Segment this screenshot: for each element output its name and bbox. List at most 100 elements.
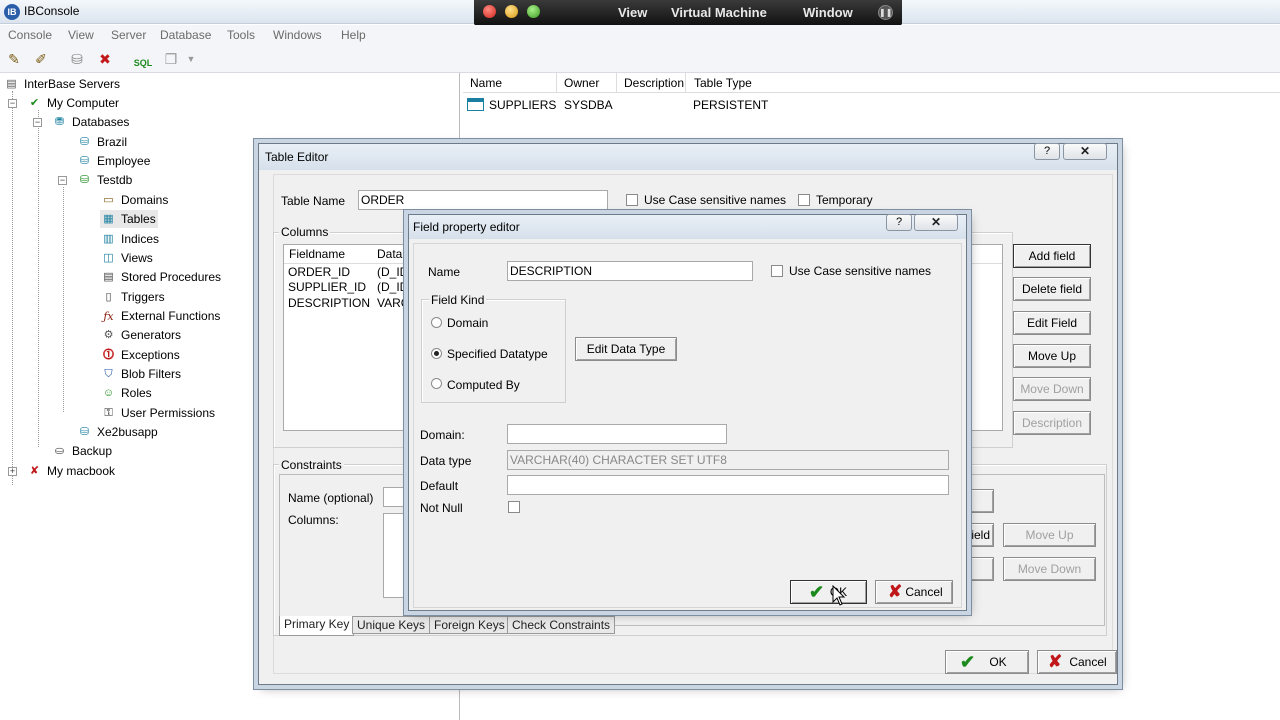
close-icon[interactable]: ✕ [914,214,958,231]
tree-item-views[interactable]: ◫ Views [100,249,153,267]
tree-item-indices[interactable]: ▥ Indices [100,230,159,248]
tree-expander[interactable]: − [58,176,67,185]
tree-expander[interactable]: + [8,467,17,476]
tree-item-exceptions[interactable]: ⓵ Exceptions [100,346,180,364]
tree-item-testdb[interactable]: ⛁ Testdb [76,171,132,189]
close-icon[interactable]: ✕ [1063,143,1107,160]
menu-help[interactable]: Help [341,28,366,42]
tree-item-generators[interactable]: ⚙ Generators [100,326,181,344]
not-null-checkbox[interactable] [508,501,520,513]
tab-foreign-keys[interactable]: Foreign Keys [429,616,510,634]
add-field-button[interactable]: Add field [1013,244,1091,268]
delete-field-button[interactable]: Delete field [1013,277,1091,301]
tab-primary-key[interactable]: Primary Key [279,616,355,636]
column-row-name[interactable]: ORDER_ID [288,265,350,279]
menu-view[interactable]: View [68,28,94,42]
tree-item-my-macbook[interactable]: ✘ My macbook [26,462,115,480]
pause-icon[interactable]: ❚❚ [878,5,893,20]
vm-zoom-icon[interactable] [527,5,540,18]
temporary-checkbox[interactable] [798,194,810,206]
column-header-description[interactable]: Description [624,76,684,90]
tree-item-tables[interactable]: ▦ Tables [100,210,158,228]
tree-item-interbase-servers[interactable]: ▤ InterBase Servers [3,75,120,93]
description-button[interactable]: Description [1013,411,1091,435]
menu-server[interactable]: Server [111,28,146,42]
ok-button[interactable]: ✔ OK [945,650,1029,674]
column-row-name[interactable]: SUPPLIER_ID [288,280,366,294]
column-row-name[interactable]: DESCRIPTION [288,296,370,310]
help-icon[interactable]: ? [1034,143,1060,160]
menu-database[interactable]: Database [160,28,211,42]
constraint-move-up-button[interactable]: Move Up [1003,523,1096,547]
edit-data-type-button[interactable]: Edit Data Type [575,337,677,361]
column-row-type[interactable]: VARC [377,296,409,310]
field-name-input[interactable]: DESCRIPTION [507,261,753,281]
menu-tools[interactable]: Tools [227,28,255,42]
tree-item-user-permissions[interactable]: ⚿ User Permissions [100,404,215,422]
constraint-button[interactable] [964,557,994,581]
vm-close-icon[interactable] [483,5,496,18]
tree-item-backup[interactable]: ⛀ Backup [51,442,112,460]
vm-menu-window[interactable]: Window [803,5,853,20]
menu-windows[interactable]: Windows [273,28,322,42]
tree-item-triggers[interactable]: ▯ Triggers [100,288,164,306]
table-row[interactable]: SUPPLIERS SYSDBA PERSISTENT [465,96,785,114]
vm-menu-virtual-machine[interactable]: Virtual Machine [671,5,767,20]
table-name-input[interactable]: ORDER [358,190,608,210]
cancel-label: Cancel [1069,655,1107,669]
field-case-sensitive-checkbox[interactable] [771,265,783,277]
tree-item-my-computer[interactable]: ✔ My Computer [26,94,119,112]
stored-procedures-icon: ▤ [103,271,114,284]
column-separator[interactable] [685,73,686,93]
edit-field-button[interactable]: Edit Field [1013,311,1091,335]
login-icon[interactable]: ✐ [30,49,52,69]
tree-expander[interactable]: − [33,118,42,127]
tree-item-stored-procedures[interactable]: ▤ Stored Procedures [100,268,221,286]
column-separator[interactable] [616,73,617,93]
case-sensitive-checkbox[interactable] [626,194,638,206]
field-cancel-button[interactable]: ✘ Cancel [875,580,953,604]
tree-item-blob-filters[interactable]: ⛉ Blob Filters [100,365,181,383]
radio-domain[interactable] [431,317,442,328]
tree-expander[interactable]: − [8,99,17,108]
windows-icon[interactable]: ❐ [160,49,182,69]
chevron-down-icon[interactable]: ▼ [184,49,198,69]
tab-check-constraints[interactable]: Check Constraints [507,616,616,634]
column-row-type[interactable]: (D_ID [377,280,408,294]
register-server-icon[interactable]: ✎ [3,49,25,69]
tree-item-databases[interactable]: ⛃ Databases [51,113,129,131]
menu-console[interactable]: Console [8,28,52,42]
vm-minimize-icon[interactable] [505,5,518,18]
field-ok-button[interactable]: ✔ OK [790,580,867,604]
tab-unique-keys[interactable]: Unique Keys [352,616,431,634]
radio-computed-by[interactable] [431,378,442,389]
tree-item-external-functions[interactable]: ƒx External Functions [100,307,220,325]
radio-specified-datatype-label: Specified Datatype [447,347,548,361]
constraint-button[interactable] [964,489,994,513]
vm-menu-view[interactable]: View [618,5,647,20]
constraint-field-button[interactable]: field [964,523,994,547]
domain-input[interactable] [507,424,727,444]
database-icon: ⛁ [79,426,90,439]
column-header-name[interactable]: Name [470,76,502,90]
unregister-icon[interactable]: ✖ [94,49,116,69]
column-header-owner[interactable]: Owner [564,76,599,90]
move-down-button[interactable]: Move Down [1013,377,1091,401]
tree-item-domains[interactable]: ▭ Domains [100,191,168,209]
sql-icon[interactable]: SQL [131,49,155,69]
blob-filters-icon: ⛉ [104,368,113,381]
default-input[interactable] [507,475,949,495]
move-up-button[interactable]: Move Up [1013,344,1091,368]
cancel-button[interactable]: ✘ Cancel [1037,650,1117,674]
help-icon[interactable]: ? [886,214,912,231]
disconnect-icon[interactable]: ⛁ [66,49,88,69]
tree-item-xe2busapp[interactable]: ⛁ Xe2busapp [76,423,158,441]
radio-specified-datatype[interactable] [431,348,442,359]
tree-item-employee[interactable]: ⛁ Employee [76,152,150,170]
column-separator[interactable] [556,73,557,93]
column-header-table-type[interactable]: Table Type [694,76,752,90]
tree-item-brazil[interactable]: ⛁ Brazil [76,133,127,151]
tree-item-roles[interactable]: ☺ Roles [100,384,152,402]
column-row-type[interactable]: (D_ID [377,265,408,279]
constraint-move-down-button[interactable]: Move Down [1003,557,1096,581]
